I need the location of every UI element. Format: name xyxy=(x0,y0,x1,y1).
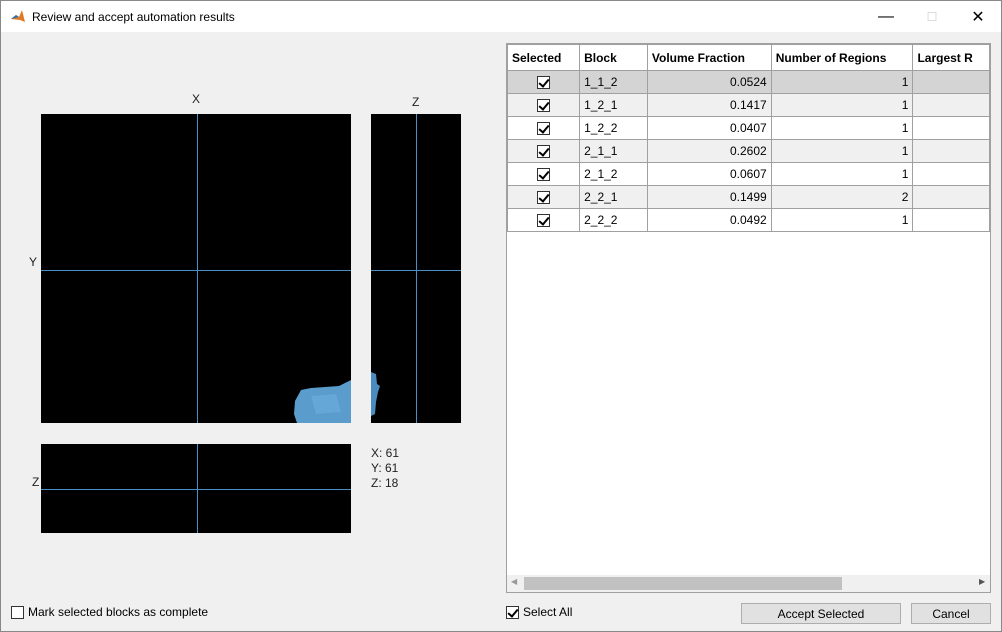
checkbox-icon[interactable] xyxy=(537,168,551,182)
horizontal-scrollbar[interactable]: ◀ ▶ xyxy=(507,575,990,592)
volume-fraction-cell: 0.1417 xyxy=(646,93,772,117)
largest-region-cell xyxy=(912,93,990,117)
volume-fraction-cell: 0.0607 xyxy=(646,162,772,186)
table-row[interactable]: 2_1_2 0.0607 1 xyxy=(507,162,990,186)
view-z-label: Z xyxy=(412,95,420,109)
crosshair-horizontal[interactable] xyxy=(371,270,461,271)
selected-cell[interactable] xyxy=(507,70,581,94)
largest-region-cell xyxy=(912,70,990,94)
selected-cell[interactable] xyxy=(507,162,581,186)
largest-region-cell xyxy=(912,208,990,232)
accept-selected-button[interactable]: Accept Selected xyxy=(741,603,901,624)
volume-fraction-cell: 0.0407 xyxy=(646,116,772,140)
title-bar: Review and accept automation results — ☐… xyxy=(1,1,1001,32)
checkbox-icon[interactable] xyxy=(537,99,551,113)
regions-cell: 1 xyxy=(770,208,914,232)
results-table[interactable]: Selected Block Volume Fraction Number of… xyxy=(506,43,991,593)
minimize-button[interactable]: — xyxy=(863,1,909,32)
scroll-right-icon[interactable]: ▶ xyxy=(979,577,985,586)
bottom-z-label: Z xyxy=(32,475,40,489)
xy-slice-view[interactable] xyxy=(41,114,351,423)
select-all-label: Select All xyxy=(523,605,573,619)
block-cell: 2_2_1 xyxy=(579,185,648,209)
maximize-button[interactable]: ☐ xyxy=(909,1,955,32)
checkbox-icon[interactable] xyxy=(537,145,551,159)
block-cell: 2_2_2 xyxy=(579,208,648,232)
coord-z: Z: 18 xyxy=(371,476,399,490)
coord-y: Y: 61 xyxy=(371,461,399,475)
view-x-label: X xyxy=(192,92,201,106)
crosshair-vertical[interactable] xyxy=(197,114,198,423)
selected-cell[interactable] xyxy=(507,93,581,117)
segmentation-mask xyxy=(371,372,380,416)
volume-fraction-cell: 0.2602 xyxy=(646,139,772,163)
table-row[interactable]: 2_2_2 0.0492 1 xyxy=(507,208,990,232)
regions-cell: 1 xyxy=(770,162,914,186)
scrollbar-thumb[interactable] xyxy=(524,577,842,590)
zy-slice-view[interactable] xyxy=(371,114,461,423)
col-block[interactable]: Block xyxy=(579,44,648,71)
matlab-icon xyxy=(11,10,25,22)
regions-cell: 1 xyxy=(770,93,914,117)
table-row[interactable]: 1_2_1 0.1417 1 xyxy=(507,93,990,117)
view-y-label: Y xyxy=(29,255,38,269)
volume-fraction-cell: 0.0492 xyxy=(646,208,772,232)
largest-region-cell xyxy=(912,185,990,209)
crosshair-vertical[interactable] xyxy=(416,114,417,423)
largest-region-cell xyxy=(912,162,990,186)
checkbox-icon[interactable] xyxy=(537,122,551,136)
crosshair-horizontal[interactable] xyxy=(41,489,351,490)
regions-cell: 1 xyxy=(770,139,914,163)
mark-complete-checkbox[interactable]: Mark selected blocks as complete xyxy=(11,605,208,619)
block-cell: 1_2_2 xyxy=(579,116,648,140)
largest-region-cell xyxy=(912,139,990,163)
block-cell: 1_2_1 xyxy=(579,93,648,117)
scroll-left-icon[interactable]: ◀ xyxy=(511,577,517,586)
block-cell: 2_1_1 xyxy=(579,139,648,163)
table-row[interactable]: 1_1_2 0.0524 1 xyxy=(507,70,990,94)
block-cell: 2_1_2 xyxy=(579,162,648,186)
coord-x: X: 61 xyxy=(371,446,400,460)
largest-region-cell xyxy=(912,116,990,140)
checkbox-icon[interactable] xyxy=(537,76,551,90)
selected-cell[interactable] xyxy=(507,185,581,209)
coordinate-readout: X: 61 Y: 61 Z: 18 xyxy=(371,446,399,491)
regions-cell: 1 xyxy=(770,70,914,94)
col-largest-region[interactable]: Largest R xyxy=(912,44,990,71)
table-row[interactable]: 2_2_1 0.1499 2 xyxy=(507,185,990,209)
col-volume-fraction[interactable]: Volume Fraction xyxy=(646,44,772,71)
close-button[interactable]: ✕ xyxy=(955,1,1001,32)
segmentation-mask xyxy=(294,380,351,423)
regions-cell: 2 xyxy=(770,185,914,209)
checkbox-icon[interactable] xyxy=(537,191,551,205)
mark-complete-label: Mark selected blocks as complete xyxy=(28,605,209,619)
xz-slice-view[interactable] xyxy=(41,444,351,533)
block-cell: 1_1_2 xyxy=(579,70,648,94)
window-title: Review and accept automation results xyxy=(32,10,235,24)
cancel-button[interactable]: Cancel xyxy=(911,603,991,624)
table-row[interactable]: 1_2_2 0.0407 1 xyxy=(507,116,990,140)
selected-cell[interactable] xyxy=(507,139,581,163)
regions-cell: 1 xyxy=(770,116,914,140)
checkbox-icon[interactable] xyxy=(11,605,24,619)
table-row[interactable]: 2_1_1 0.2602 1 xyxy=(507,139,990,163)
checkbox-icon[interactable] xyxy=(537,214,551,228)
checkbox-icon[interactable] xyxy=(506,605,519,619)
col-selected[interactable]: Selected xyxy=(507,44,581,71)
volume-fraction-cell: 0.0524 xyxy=(646,70,772,94)
selected-cell[interactable] xyxy=(507,208,581,232)
selected-cell[interactable] xyxy=(507,116,581,140)
crosshair-horizontal[interactable] xyxy=(41,270,351,271)
select-all-checkbox[interactable]: Select All xyxy=(506,605,572,619)
col-number-of-regions[interactable]: Number of Regions xyxy=(770,44,914,71)
volume-fraction-cell: 0.1499 xyxy=(646,185,772,209)
